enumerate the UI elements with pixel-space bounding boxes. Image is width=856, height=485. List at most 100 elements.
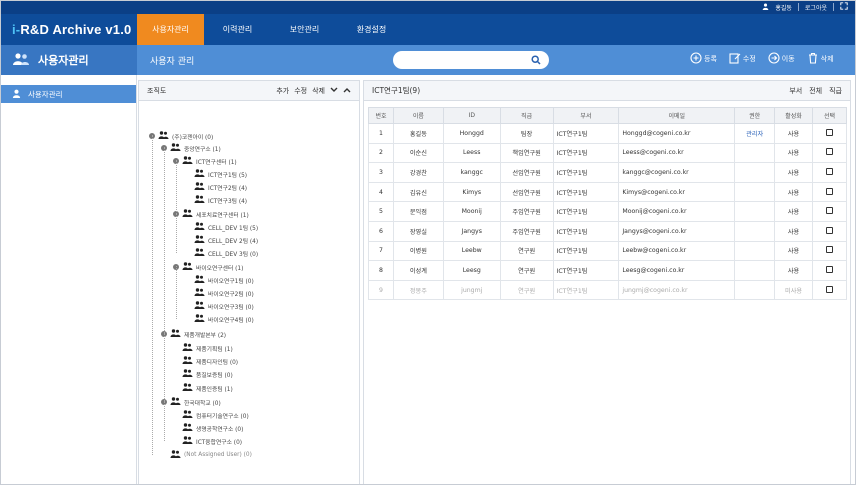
tree-node[interactable]: CELL_DEV 1팀 (5) [194, 222, 258, 232]
cell-id: Jangys [442, 220, 501, 242]
cell-id: jungmj [442, 279, 501, 301]
tree-add-button[interactable]: 추가 [276, 86, 289, 96]
tree-node[interactable]: 바이오연구센터 (1) [173, 262, 243, 272]
tab-security-management[interactable]: 보안관리 [271, 14, 338, 45]
tree-node[interactable]: (Not Assigned User) (0) [170, 450, 252, 460]
cell-no: 7 [368, 240, 394, 262]
table-row[interactable]: 2 이순신 Leess 책임연구원 ICT연구1팀 Leess@cogeni.co.kr 사… [368, 142, 847, 164]
column-header[interactable]: 부서 [552, 107, 620, 124]
table-row[interactable]: 8 이성계 Leesg 연구원 ICT연구1팀 Leesg@cogeni.co.kr 사용 [368, 260, 847, 281]
cell-select [812, 260, 847, 281]
tab-settings[interactable]: 환경설정 [338, 14, 405, 45]
tree-node[interactable]: 제품인증팀 (1) [182, 383, 233, 393]
cell-dept: ICT연구1팀 [552, 162, 620, 183]
tree-node[interactable]: ICT연구1팀 (5) [194, 169, 247, 179]
role-link[interactable]: 관리자 [746, 131, 763, 138]
column-header[interactable]: 권한 [734, 107, 776, 124]
tree-delete-button[interactable]: 삭제 [312, 86, 325, 96]
tree-node[interactable]: 바이오연구2팀 (0) [194, 288, 254, 298]
tab-user-management[interactable]: 사용자관리 [137, 14, 204, 45]
column-header[interactable]: 이메일 [618, 107, 736, 124]
app-logo[interactable]: i-R&D Archive v1.0 [12, 22, 131, 37]
tree-node[interactable]: 생명공학연구소 (0) [182, 423, 243, 433]
tree-edit-button[interactable]: 수정 [294, 86, 307, 96]
column-header[interactable]: 번호 [368, 107, 394, 124]
tree-node[interactable]: 제품디자인팀 (0) [182, 356, 238, 366]
tree-node[interactable]: 세포치료연구센터 (1) [173, 209, 249, 219]
menu-item-user-management[interactable]: 사용자관리 [0, 85, 136, 103]
table-row[interactable]: 5 문익점 Moonij 주임연구원 ICT연구1팀 Moonij@cogeni.co.k… [368, 201, 847, 222]
cell-rank: 주임연구원 [499, 220, 554, 242]
cell-no: 5 [368, 201, 394, 222]
column-header[interactable]: 직급 [499, 107, 554, 124]
tree-node[interactable]: (주)코젠아이 (0) [149, 131, 213, 141]
table-row[interactable]: 1 홍길동 Honggd 팀장 ICT연구1팀 Honggd@cogeni.co.kr 관리… [368, 123, 847, 144]
tree-node-label: CELL_DEV 1팀 (5) [208, 225, 259, 232]
group-icon [182, 369, 193, 379]
filter-all-link[interactable]: 전체 [809, 86, 822, 96]
chevron-up-icon[interactable] [343, 87, 351, 95]
edit-icon [729, 52, 741, 66]
table-row[interactable]: 6 장영실 Jangys 주임연구원 ICT연구1팀 Jangys@cogeni.co.k… [368, 220, 847, 242]
register-button[interactable]: 등록 [690, 52, 717, 66]
tree-node[interactable]: 바이오연구1팀 (0) [194, 275, 254, 285]
row-checkbox[interactable] [826, 246, 833, 254]
tree-node[interactable]: 한국대학교 (0) [161, 397, 221, 407]
tree-node[interactable]: ICT연구3팀 (4) [194, 195, 247, 205]
column-header[interactable]: 활성화 [774, 107, 813, 124]
search-input[interactable] [393, 51, 523, 69]
cell-status: 사용 [774, 240, 813, 262]
tree-node[interactable]: ICT연구2팀 (4) [194, 182, 247, 192]
cell-dept: ICT연구1팀 [552, 260, 620, 281]
table-row[interactable]: 7 이병원 Leebw 연구원 ICT연구1팀 Leebw@cogeni.co.kr 사용 [368, 240, 847, 262]
row-checkbox[interactable] [826, 207, 833, 215]
tree-node[interactable]: 제품개발본부 (2) [161, 329, 226, 339]
tree-node[interactable]: 바이오연구3팀 (0) [194, 301, 254, 311]
tree-node[interactable]: ICT연구센터 (1) [173, 156, 237, 166]
tree-node[interactable]: ICT융합연구소 (0) [182, 436, 242, 446]
tree-node[interactable]: CELL_DEV 3팀 (0) [194, 248, 258, 258]
tree-node[interactable]: 바이오연구4팀 (0) [194, 314, 254, 324]
table-row[interactable]: 4 김유신 Kimys 선임연구원 ICT연구1팀 Kimys@cogeni.co.kr 사… [368, 181, 847, 203]
row-checkbox[interactable] [826, 128, 833, 136]
cell-dept: ICT연구1팀 [552, 240, 620, 262]
column-header[interactable]: 이름 [392, 107, 444, 124]
row-checkbox[interactable] [826, 285, 833, 293]
chevron-down-icon[interactable] [330, 87, 338, 95]
search-icon[interactable] [531, 55, 541, 67]
table-row[interactable]: 3 강경찬 kanggc 선임연구원 ICT연구1팀 kanggc@cogeni.co.k… [368, 162, 847, 183]
column-header[interactable]: 선택 [812, 107, 847, 124]
delete-button[interactable]: 삭제 [807, 52, 834, 66]
filter-rank-link[interactable]: 직급 [829, 86, 842, 96]
row-checkbox[interactable] [826, 187, 833, 195]
group-icon [182, 356, 193, 366]
column-header[interactable]: ID [442, 107, 501, 124]
move-button[interactable]: 이동 [768, 52, 795, 66]
row-checkbox[interactable] [826, 167, 833, 175]
logout-link[interactable]: 로그아웃 [805, 3, 827, 12]
tab-history-management[interactable]: 이력관리 [204, 14, 271, 45]
fullscreen-icon[interactable] [840, 2, 848, 12]
tree-node[interactable]: 중앙연구소 (1) [161, 143, 221, 153]
edit-button[interactable]: 수정 [729, 52, 756, 66]
filter-dept-link[interactable]: 부서 [789, 86, 802, 96]
tree-node[interactable]: 제품기획팀 (1) [182, 343, 233, 353]
group-icon [158, 131, 169, 141]
left-menu: 사용자관리 [0, 75, 137, 485]
cell-email: Leesg@cogeni.co.kr [618, 260, 736, 281]
row-checkbox[interactable] [826, 148, 833, 156]
group-icon [170, 329, 181, 339]
row-checkbox[interactable] [826, 265, 833, 273]
group-icon [194, 222, 205, 232]
tree-node[interactable]: 품질보증팀 (0) [182, 369, 233, 379]
cell-email: kanggc@cogeni.co.kr [618, 162, 736, 183]
tree-node[interactable]: CELL_DEV 2팀 (4) [194, 235, 258, 245]
cell-email: Moonij@cogeni.co.kr [618, 201, 736, 222]
table-row[interactable]: 9 정몽주 jungmj 연구원 ICT연구1팀 jungmj@cogeni.co.kr 미… [368, 279, 847, 301]
cell-id: Honggd [442, 123, 501, 144]
tree-node[interactable]: 컴퓨터기술연구소 (0) [182, 410, 249, 420]
group-icon [194, 169, 205, 179]
cell-email: jungmj@cogeni.co.kr [618, 279, 736, 301]
row-checkbox[interactable] [826, 226, 833, 234]
tree-node-label: 한국대학교 (0) [184, 400, 221, 407]
